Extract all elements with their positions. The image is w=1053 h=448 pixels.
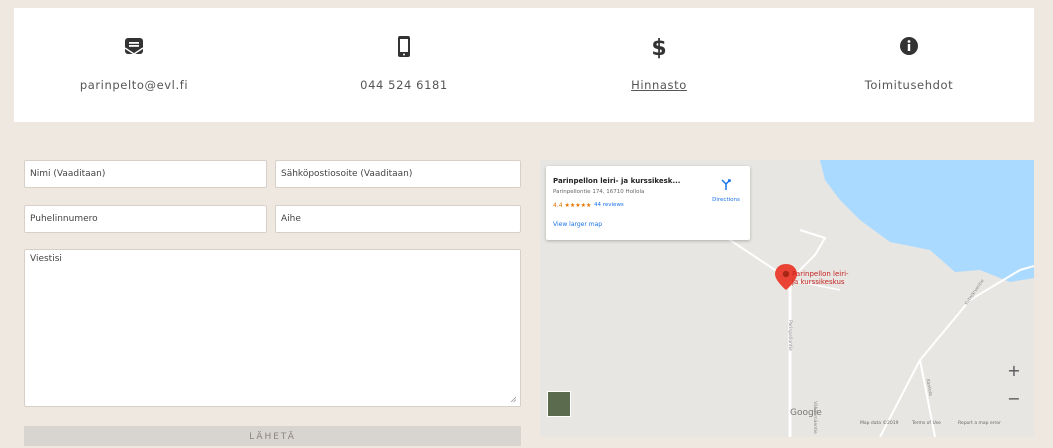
directions-icon — [721, 179, 731, 190]
message-placeholder: Viestisi — [30, 254, 62, 264]
send-button[interactable]: LÄHETÄ — [24, 426, 521, 446]
reviews-link[interactable]: 44 reviews — [594, 202, 624, 208]
zoom-out-button[interactable]: − — [1003, 388, 1025, 410]
place-rating: 4.4 ★★★★★ — [553, 202, 592, 209]
road-east — [879, 265, 1034, 437]
pin-label-line2: ja kurssikeskus — [792, 278, 845, 286]
map-data-text: Map data ©2019 — [860, 421, 899, 426]
phone-label[interactable]: 044 524 6181 — [284, 78, 524, 92]
email-field[interactable]: Sähköpostiosoite (Vaaditaan) — [275, 160, 521, 188]
map-embed[interactable]: Parinpellon leiri- ja kurssikesk... Pari… — [540, 160, 1034, 437]
place-title: Parinpellon leiri- ja kurssikesk... — [553, 177, 681, 185]
satellite-thumbnail[interactable] — [547, 391, 571, 417]
phone-field[interactable]: Puhelinnumero — [24, 205, 267, 233]
info-icon — [900, 37, 918, 55]
zoom-in-button[interactable]: + — [1003, 360, 1025, 382]
subject-placeholder: Aihe — [281, 214, 301, 224]
contact-terms[interactable]: Toimitusehdot — [789, 8, 1029, 122]
name-placeholder: Nimi (Vaaditaan) — [30, 169, 106, 179]
directions-button[interactable]: Directions — [706, 176, 746, 203]
phone-icon — [398, 36, 410, 57]
contact-phone[interactable]: 044 524 6181 — [284, 8, 524, 122]
terms-label[interactable]: Toimitusehdot — [789, 78, 1029, 92]
contact-email[interactable]: parinpelto@evl.fi — [14, 8, 254, 122]
lake-shape — [820, 160, 1034, 282]
pricing-link[interactable]: Hinnasto — [539, 78, 779, 92]
pin-label-line1: Parinpellon leiri- — [792, 270, 849, 278]
message-textarea[interactable]: Viestisi — [24, 249, 521, 407]
directions-label: Directions — [712, 197, 740, 203]
resize-handle-icon[interactable] — [510, 396, 517, 403]
pin-label: Parinpellon leiri- ja kurssikeskus — [792, 270, 872, 286]
envelope-icon — [124, 38, 144, 55]
report-error-link[interactable]: Report a map error — [958, 421, 1001, 426]
phone-placeholder: Puhelinnumero — [30, 214, 98, 224]
road-label-1: Parinpellontie — [787, 320, 792, 351]
svg-text:$: $ — [651, 36, 666, 60]
place-address: Parinpellontie 174, 16710 Hollola — [553, 189, 645, 195]
view-larger-map-link[interactable]: View larger map — [553, 221, 602, 228]
google-logo: Google — [790, 408, 822, 418]
email-placeholder: Sähköpostiosoite (Vaaditaan) — [281, 169, 413, 179]
contact-band: parinpelto@evl.fi 044 524 6181 $ Hinnast… — [14, 8, 1034, 122]
place-info-card: Parinpellon leiri- ja kurssikesk... Pari… — [546, 166, 750, 240]
name-field[interactable]: Nimi (Vaaditaan) — [24, 160, 267, 188]
contact-pricing[interactable]: $ Hinnasto — [539, 8, 779, 122]
email-label[interactable]: parinpelto@evl.fi — [14, 78, 254, 92]
terms-link[interactable]: Terms of Use — [912, 421, 941, 426]
subject-field[interactable]: Aihe — [275, 205, 521, 233]
dollar-icon: $ — [651, 36, 666, 60]
